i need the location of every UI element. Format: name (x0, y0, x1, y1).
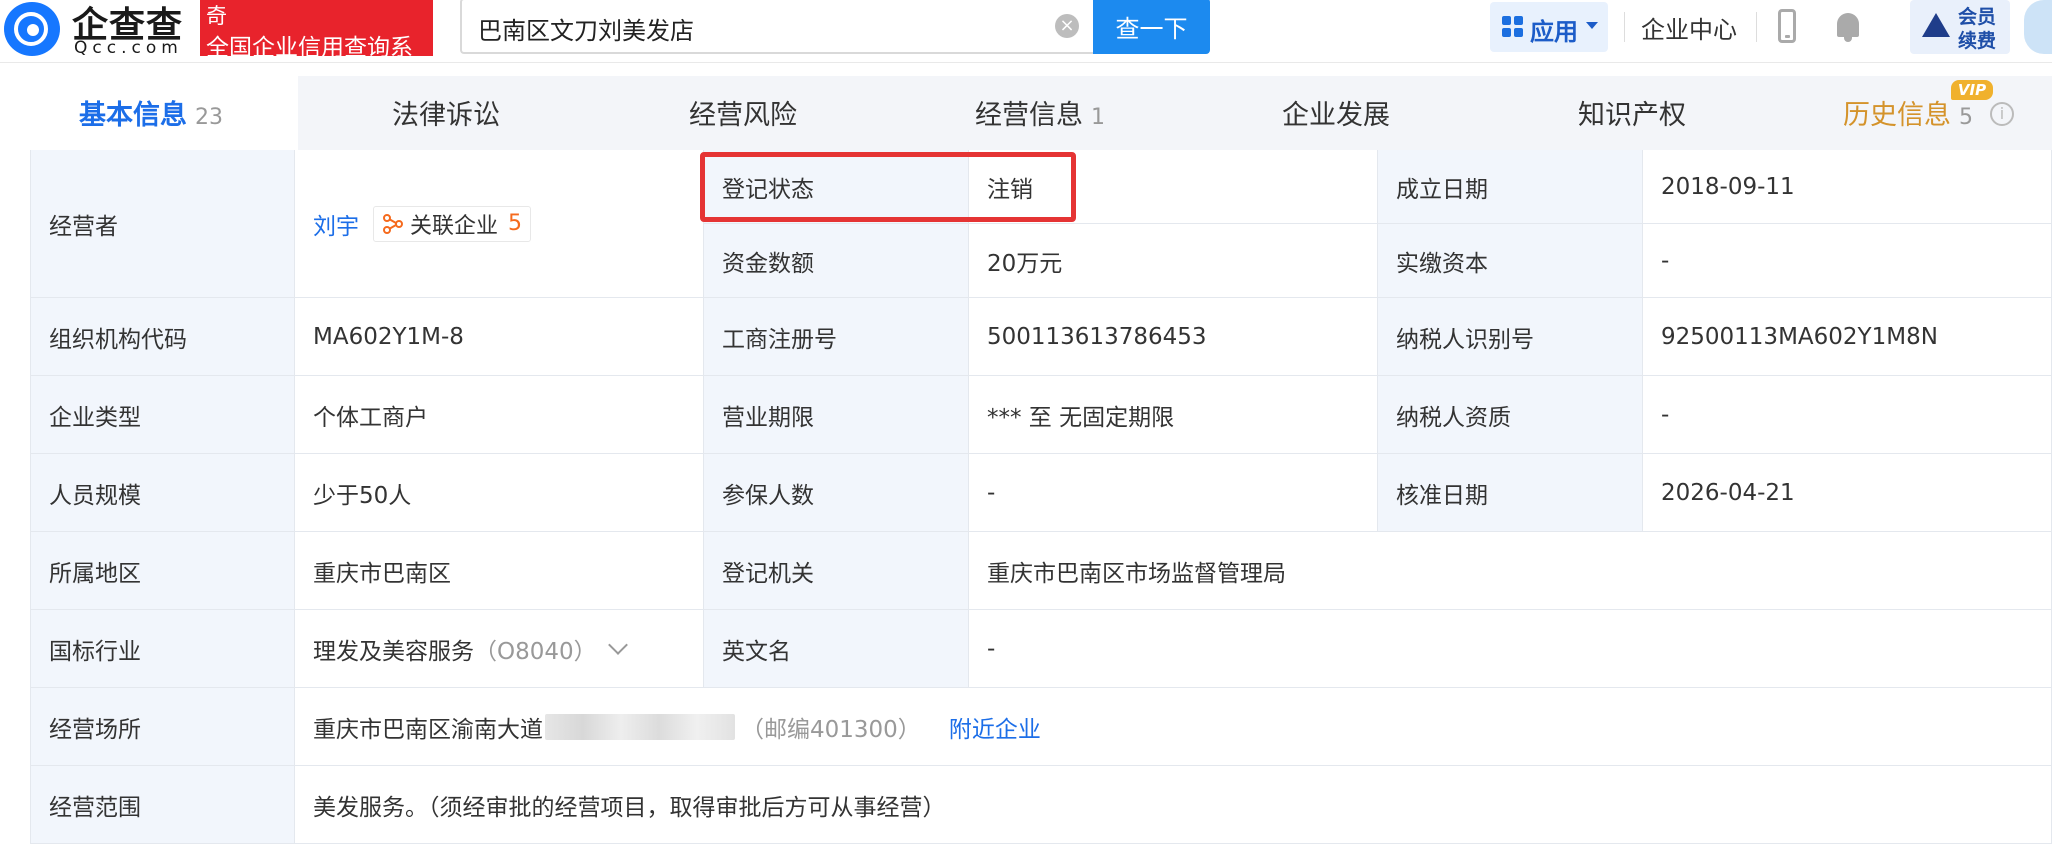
tab-label: 历史信息 (1843, 100, 1951, 131)
capital-label: 资金数额 (704, 224, 969, 298)
section-tabs: 基本信息 23 法律诉讼 经营风险 经营信息 1 企业发展 知识产权 历史信息 5 V… (0, 76, 2052, 150)
region-value: 重庆市巴南区 (295, 532, 704, 610)
search-input-value[interactable]: 巴南区文刀刘美发店 (478, 11, 694, 46)
english-name-value: - (969, 610, 2052, 688)
paid-capital-label: 实缴资本 (1378, 224, 1643, 298)
top-header: 企查查 Qcc.com 奇 全国企业信用查询系 巴南区文刀刘美发店 × 查一下 … (0, 0, 2052, 63)
industry-cell[interactable]: 理发及美容服务 （O8040） (295, 610, 704, 688)
established-label: 成立日期 (1378, 150, 1643, 224)
tab-intellectual-property[interactable]: 知识产权 (1578, 93, 1686, 132)
user-avatar[interactable] (2024, 0, 2052, 54)
qcc-logo[interactable]: 企查查 Qcc.com (2, 0, 200, 58)
approval-date-label: 核准日期 (1378, 454, 1643, 532)
chevron-down-icon[interactable] (607, 634, 628, 655)
taxpayer-qual-value: - (1643, 376, 2052, 454)
company-type-label: 企业类型 (30, 376, 295, 454)
industry-value: 理发及美容服务 (313, 638, 474, 665)
taxpayer-qual-label: 纳税人资质 (1378, 376, 1643, 454)
insured-value: - (969, 454, 1378, 532)
tab-label: 法律诉讼 (392, 100, 500, 131)
status-highlight-box (700, 152, 1076, 222)
header-divider (1624, 12, 1625, 42)
slogan-bottom-text: 全国企业信用查询系 (206, 35, 413, 61)
address-label: 经营场所 (30, 688, 295, 766)
tab-label: 经营风险 (689, 100, 797, 131)
vip-badge: VIP (1951, 80, 1993, 100)
tab-operating-info[interactable]: 经营信息 1 (975, 93, 1105, 132)
nearby-companies-link[interactable]: 附近企业 (949, 710, 1041, 744)
qcc-logo-icon (4, 2, 60, 56)
biz-period-value: *** 至 无固定期限 (969, 376, 1378, 454)
header-divider (1756, 12, 1757, 42)
related-companies-label: 关联企业 (410, 213, 499, 239)
tab-label: 知识产权 (1578, 100, 1686, 131)
tab-count: 5 (1959, 105, 1973, 130)
scope-value: 美发服务。（须经审批的经营项目，取得审批后方可从事经营） (295, 766, 2052, 844)
vip-renew-button[interactable]: 会员 续费 (1910, 0, 2010, 54)
clear-icon[interactable]: × (1055, 14, 1079, 38)
search-input[interactable]: 巴南区文刀刘美发店 × (460, 0, 1093, 54)
search-button[interactable]: 查一下 (1093, 0, 1210, 54)
apps-menu-button[interactable]: 应用 (1490, 2, 1608, 52)
insured-label: 参保人数 (704, 454, 969, 532)
operator-label: 经营者 (30, 150, 295, 298)
postcode: （邮编401300） (741, 716, 921, 743)
apps-menu-label: 应用 (1530, 18, 1578, 46)
tab-basic-info[interactable]: 基本信息 23 (79, 93, 223, 132)
tab-development[interactable]: 企业发展 (1282, 93, 1390, 132)
tab-count: 1 (1091, 105, 1105, 130)
staff-size-value: 少于50人 (295, 454, 704, 532)
operator-cell: 刘宇 关联企业 5 (295, 150, 704, 298)
redacted-address (545, 713, 735, 740)
established-value: 2018-09-11 (1643, 150, 2052, 224)
caret-down-icon (1586, 22, 1598, 29)
logo-domain: Qcc.com (74, 38, 183, 58)
tab-count: 23 (195, 105, 223, 130)
company-type-value: 个体工商户 (295, 376, 704, 454)
biz-period-label: 营业期限 (704, 376, 969, 454)
tab-legal[interactable]: 法律诉讼 (392, 93, 500, 132)
tab-operating-risk[interactable]: 经营风险 (689, 93, 797, 132)
apps-grid-icon (1502, 16, 1524, 38)
vip-renew-label-2: 续费 (1958, 30, 1997, 52)
reg-authority-label: 登记机关 (704, 532, 969, 610)
operator-name-link[interactable]: 刘宇 (313, 207, 359, 241)
vip-renew-label-1: 会员 (1958, 6, 1997, 28)
scope-label: 经营范围 (30, 766, 295, 844)
english-name-label: 英文名 (704, 610, 969, 688)
slogan-banner: 奇 全国企业信用查询系 (200, 0, 433, 61)
taxpayer-id-label: 纳税人识别号 (1378, 298, 1643, 376)
info-icon[interactable]: i (1990, 102, 2014, 126)
vip-crown-icon (1922, 13, 1950, 37)
capital-value: 20万元 (969, 224, 1378, 298)
address-cell: 重庆市巴南区渝南大道 （邮编401300） 附近企业 (295, 688, 2052, 766)
biz-reg-no-value: 500113613786453 (969, 298, 1378, 376)
industry-code: （O8040） (474, 638, 597, 665)
related-companies-button[interactable]: 关联企业 5 (373, 205, 532, 242)
approval-date-value: 2026-04-21 (1643, 454, 2052, 532)
address-value: 重庆市巴南区渝南大道 (313, 716, 543, 743)
taxpayer-id-value: 92500113MA602Y1M8N (1643, 298, 2052, 376)
tab-label: 基本信息 (79, 100, 187, 131)
tab-label: 经营信息 (975, 100, 1083, 131)
notification-bell-icon[interactable] (1834, 10, 1862, 44)
basic-info-table: 经营者 刘宇 关联企业 5 登记状态 注销 成立日期 2018-09-11 资金… (30, 150, 2052, 844)
paid-capital-value: - (1643, 224, 2052, 298)
relation-graph-icon (383, 213, 403, 234)
tab-label: 企业发展 (1282, 100, 1390, 131)
related-companies-count: 5 (508, 211, 523, 236)
staff-size-label: 人员规模 (30, 454, 295, 532)
enterprise-center-link[interactable]: 企业中心 (1641, 10, 1737, 45)
biz-reg-no-label: 工商注册号 (704, 298, 969, 376)
slogan-top-text: 奇 (206, 4, 227, 28)
org-code-value: MA602Y1M-8 (295, 298, 704, 376)
reg-authority-value: 重庆市巴南区市场监督管理局 (969, 532, 2052, 610)
industry-label: 国标行业 (30, 610, 295, 688)
mobile-phone-icon[interactable] (1778, 9, 1796, 43)
region-label: 所属地区 (30, 532, 295, 610)
org-code-label: 组织机构代码 (30, 298, 295, 376)
